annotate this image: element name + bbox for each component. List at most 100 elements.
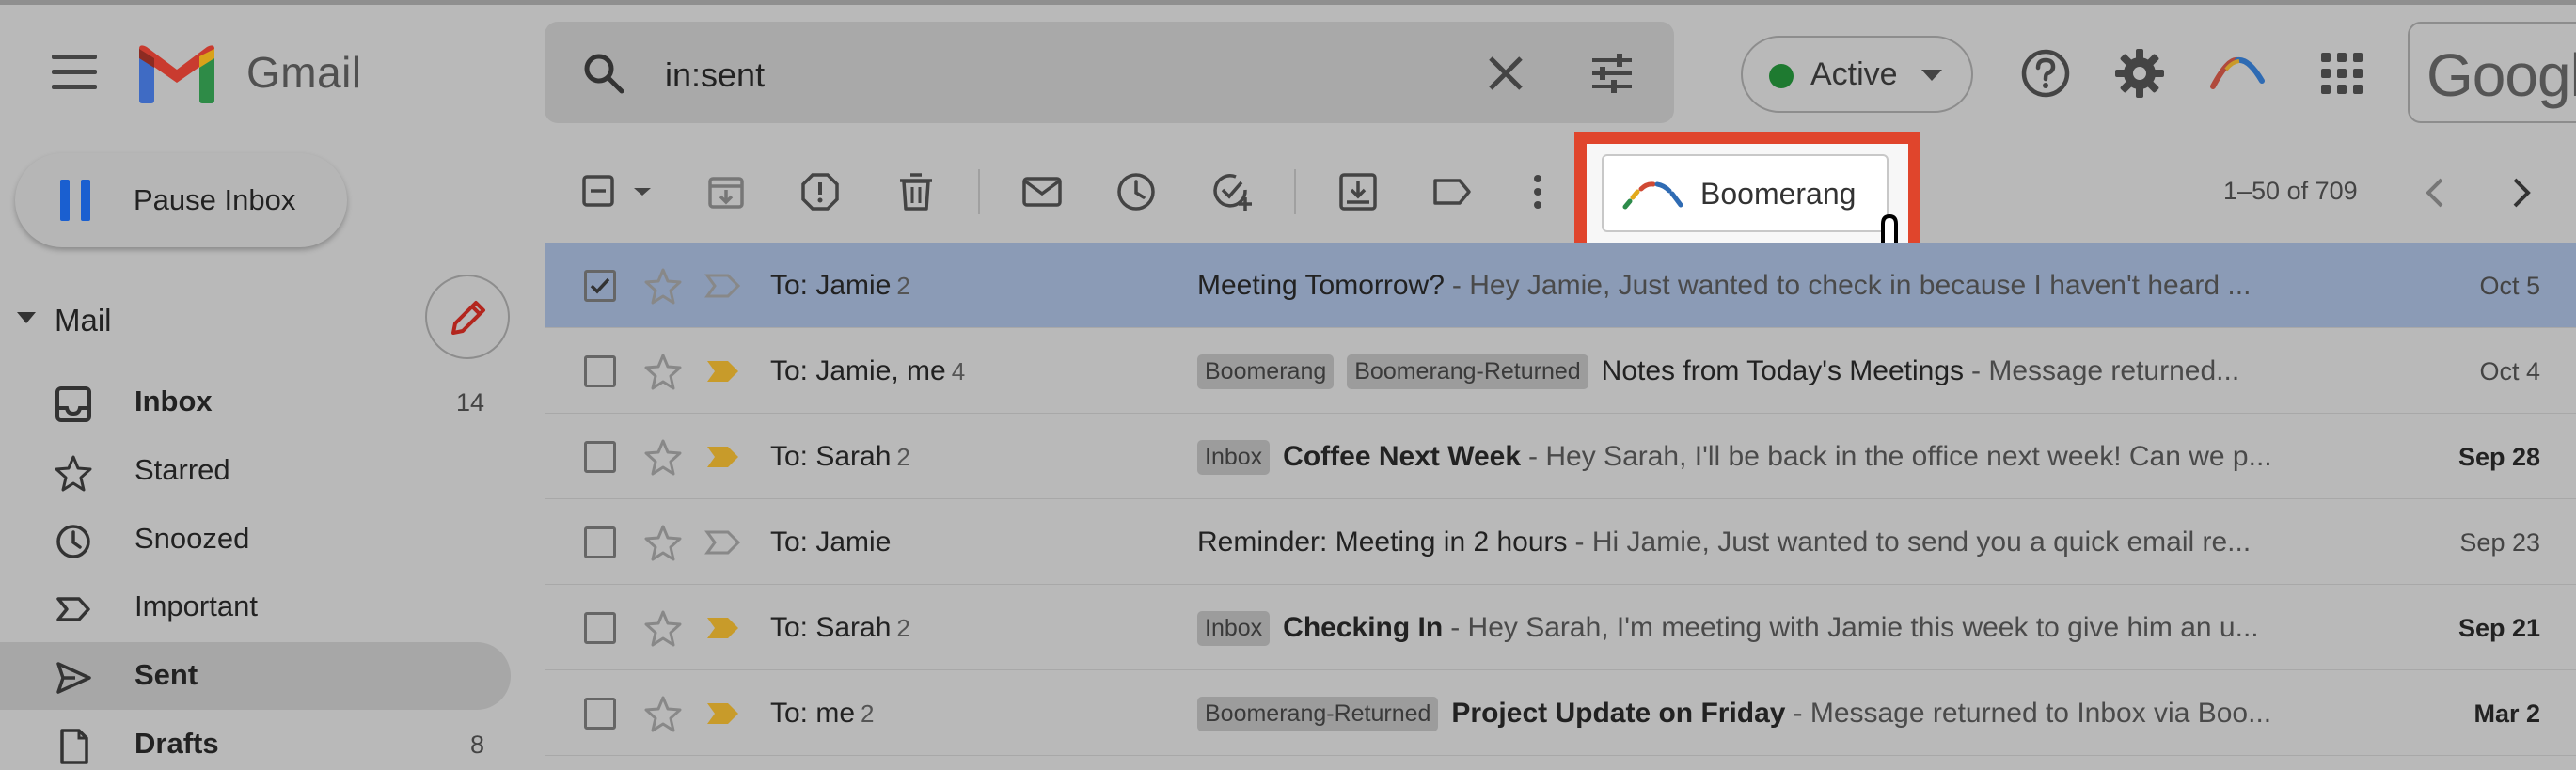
more-options-icon[interactable]	[1517, 171, 1558, 212]
importance-marker-icon[interactable]	[704, 700, 742, 727]
compose-button[interactable]	[425, 275, 510, 359]
email-row[interactable]: To: Sarah 2 Inbox Checking In - Hey Sarah, I…	[545, 585, 2576, 670]
older-page-chevron-right-icon[interactable]	[2502, 172, 2539, 213]
report-spam-icon[interactable]	[799, 171, 841, 212]
clear-search-icon[interactable]	[1485, 53, 1526, 94]
star-icon[interactable]	[644, 609, 682, 647]
pause-inbox-button[interactable]: Pause Inbox	[15, 153, 347, 247]
search-options-icon[interactable]	[1590, 53, 1634, 94]
email-sender: To: Jamie 2	[770, 270, 910, 302]
pencil-icon	[451, 301, 485, 335]
toolbar-divider	[1294, 169, 1296, 214]
search-input[interactable]: in:sent	[665, 55, 765, 95]
apps-grid-icon[interactable]	[2315, 47, 2368, 100]
add-task-icon[interactable]	[1211, 171, 1253, 212]
row-checkbox[interactable]	[584, 441, 616, 473]
email-sender: To: Sarah 2	[770, 612, 910, 644]
email-snippet: - Hi Jamie, Just wanted to send you a qu…	[1574, 526, 2252, 558]
search-icon[interactable]	[580, 50, 627, 97]
email-list: To: Jamie 2 Meeting Tomorrow? - Hey Jamie, …	[545, 243, 2576, 756]
newer-page-chevron-left-icon[interactable]	[2417, 172, 2455, 213]
star-icon[interactable]	[644, 353, 682, 390]
sidebar-item-drafts[interactable]: Drafts 8	[0, 711, 511, 770]
sidebar-item-label: Starred	[134, 453, 230, 486]
send-icon	[56, 662, 91, 694]
status-label: Active	[1810, 56, 1898, 92]
help-icon[interactable]	[2019, 47, 2072, 100]
row-checkbox[interactable]	[584, 698, 616, 730]
move-to-icon[interactable]	[1337, 171, 1379, 212]
sidebar-item-label: Important	[134, 589, 258, 622]
label-chip[interactable]: Boomerang-Returned	[1347, 354, 1588, 389]
email-content: Inbox Coffee Next Week - Hey Sarah, I'll b…	[1197, 436, 2576, 478]
main-menu-icon[interactable]	[52, 55, 97, 92]
email-content: Boomerang Boomerang-Returned Notes from To…	[1197, 351, 2576, 392]
email-date: Sep 28	[2457, 443, 2540, 471]
email-row[interactable]: To: Jamie Reminder: Meeting in 2 hours - H…	[545, 499, 2576, 585]
email-snippet: - Hey Sarah, I'm meeting with Jamie this…	[1450, 612, 2259, 643]
select-checkbox-icon[interactable]	[580, 171, 622, 212]
label-tag-icon[interactable]	[1431, 171, 1473, 212]
sidebar-item-count: 14	[455, 388, 484, 416]
importance-marker-icon[interactable]	[704, 529, 742, 556]
thread-count: 2	[896, 443, 910, 471]
email-snippet: - Message returned to Inbox via Boo...	[1793, 698, 2272, 729]
label-chip[interactable]: Boomerang-Returned	[1197, 696, 1439, 731]
email-content: Boomerang-Returned Project Update on Frid…	[1197, 693, 2576, 734]
caret-down-icon	[17, 312, 36, 323]
star-icon[interactable]	[644, 524, 682, 561]
label-chip[interactable]: Inbox	[1197, 610, 1271, 646]
row-checkbox[interactable]	[584, 355, 616, 387]
star-icon[interactable]	[644, 438, 682, 476]
email-snippet: - Hey Sarah, I'll be back in the office …	[1528, 441, 2272, 472]
sidebar-item-label: Inbox	[134, 385, 213, 417]
sidebar-item-important[interactable]: Important	[0, 574, 511, 641]
sidebar-item-label: Snoozed	[134, 522, 250, 555]
importance-marker-icon[interactable]	[704, 358, 742, 385]
thread-count: 2	[896, 614, 910, 642]
google-account-button[interactable]: Google	[2408, 22, 2576, 123]
email-row[interactable]: To: me 2 Boomerang-Returned Project Update …	[545, 670, 2576, 756]
email-content: Reminder: Meeting in 2 hours - Hi Jamie, …	[1197, 522, 2576, 563]
clock-icon	[56, 525, 90, 558]
toolbar-divider	[978, 169, 980, 214]
sidebar-item-snoozed[interactable]: Snoozed	[0, 506, 511, 574]
label-chip[interactable]: Boomerang	[1197, 354, 1335, 389]
row-checkbox[interactable]	[584, 526, 616, 558]
boomerang-button[interactable]: Boomerang	[1602, 154, 1889, 232]
sender-name: To: Jamie	[770, 526, 892, 558]
search-bar[interactable]: in:sent	[545, 22, 1674, 123]
importance-marker-icon[interactable]	[704, 273, 742, 299]
top-edge	[0, 0, 2576, 5]
pause-inbox-label: Pause Inbox	[134, 183, 296, 216]
gmail-logo[interactable]	[137, 43, 216, 103]
status-dot	[1769, 64, 1794, 88]
email-subject: Reminder: Meeting in 2 hours	[1197, 526, 1568, 558]
thread-count: 4	[951, 357, 966, 385]
row-checkbox[interactable]	[584, 612, 616, 644]
mark-unread-envelope-icon[interactable]	[1021, 171, 1063, 212]
sidebar-item-sent[interactable]: Sent	[0, 642, 511, 710]
importance-marker-icon[interactable]	[704, 444, 742, 470]
sender-name: To: Sarah	[770, 612, 892, 643]
google-logo-text: Google	[2426, 41, 2576, 109]
settings-gear-icon[interactable]	[2113, 47, 2166, 100]
delete-trash-icon[interactable]	[895, 171, 937, 212]
sidebar-item-label: Drafts	[134, 727, 219, 760]
select-dropdown-icon[interactable]	[628, 171, 656, 212]
row-checkbox[interactable]	[584, 270, 616, 302]
status-selector[interactable]: Active	[1741, 36, 1973, 113]
email-row[interactable]: To: Jamie 2 Meeting Tomorrow? - Hey Jamie, …	[545, 243, 2576, 328]
archive-icon[interactable]	[705, 171, 747, 212]
boomerang-icon[interactable]	[2209, 53, 2266, 90]
snooze-clock-icon[interactable]	[1115, 171, 1157, 212]
importance-marker-icon[interactable]	[704, 615, 742, 641]
sidebar-item-inbox[interactable]: Inbox 14	[0, 369, 511, 436]
sidebar-item-starred[interactable]: Starred	[0, 437, 511, 505]
star-icon[interactable]	[644, 695, 682, 732]
star-icon[interactable]	[644, 267, 682, 305]
email-row[interactable]: To: Sarah 2 Inbox Coffee Next Week - Hey Sar…	[545, 414, 2576, 499]
email-row[interactable]: To: Jamie, me 4 Boomerang Boomerang-Returne…	[545, 328, 2576, 414]
pagination-range: 1–50 of 709	[2223, 177, 2358, 205]
label-chip[interactable]: Inbox	[1197, 439, 1271, 475]
